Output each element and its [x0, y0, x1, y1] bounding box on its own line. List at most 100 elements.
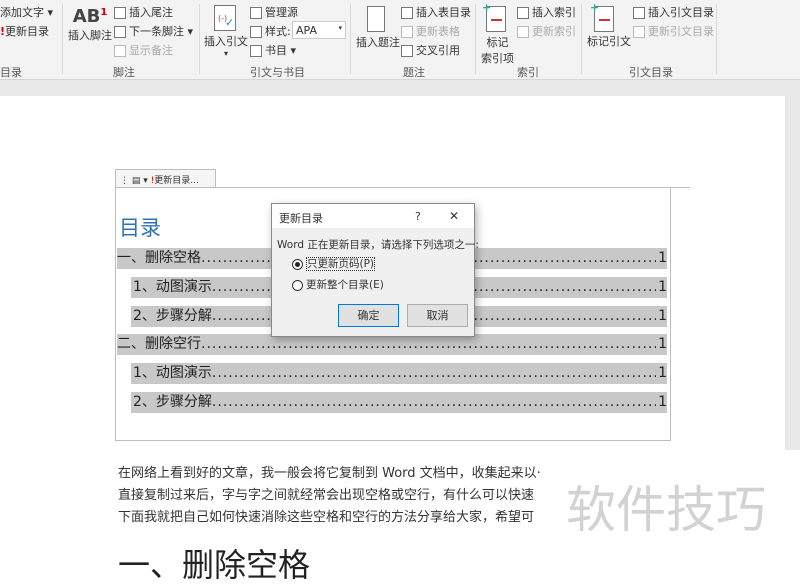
toc-content-control-tab[interactable]: ⋮ ▤ ▾ !更新目录... [115, 169, 216, 188]
dialog-message: Word 正在更新目录，请选择下列选项之一: [277, 239, 479, 251]
drag-handle-icon[interactable]: ⋮ ▤ ▾ [120, 176, 151, 186]
toc-entry-page: 1 [658, 336, 667, 352]
toc-entry-page: 1 [658, 308, 667, 324]
style-label: 样式: [250, 23, 291, 39]
toc-entry-text: 1、动图演示 [133, 365, 212, 381]
endnote-icon [114, 7, 126, 19]
insert-toa-label: 插入引文目录 [648, 6, 714, 19]
dialog-title: 更新目录 [279, 212, 323, 225]
toc-entry[interactable]: 1、动图演示 1 [131, 363, 667, 384]
style-value: APA [296, 24, 317, 37]
option-update-entire-table[interactable]: 更新整个目录(E) [292, 277, 384, 292]
radio-selected[interactable] [292, 258, 303, 270]
group-label-toa: 引文目录 [629, 66, 673, 79]
add-text-button[interactable]: 添加文字 ▾ [0, 4, 53, 20]
toc-entry-text: 1、动图演示 [133, 279, 212, 295]
next-footnote-icon [114, 26, 126, 38]
cross-reference-button[interactable]: 交叉引用 [401, 42, 460, 58]
insert-footnote-button[interactable]: AB1 插入脚注 [68, 6, 112, 43]
divider [716, 4, 717, 74]
body-paragraph-line: 直接复制过来后，字与字之间就经常会出现空格或空行，有什么可以快速 [118, 488, 535, 503]
toc-entry[interactable]: 二、删除空行 1 [117, 334, 667, 355]
insert-footnote-label: 插入脚注 [68, 29, 112, 42]
show-notes-label: 显示备注 [129, 44, 173, 57]
insert-index-label: 插入索引 [532, 6, 576, 19]
dialog-titlebar: 更新目录 ? ✕ [272, 204, 474, 228]
insert-citation-icon: (-) ✓ [214, 5, 236, 31]
toc-heading: 目录 [119, 216, 161, 240]
mark-citation-button[interactable]: 标记引文 [587, 33, 631, 49]
divider [475, 4, 476, 74]
leader-dots [212, 392, 656, 413]
update-table-icon [401, 26, 413, 38]
divider [581, 4, 582, 74]
update-table-button[interactable]: 更新表格 [401, 23, 460, 39]
toc-entry-page: 1 [658, 365, 667, 381]
mark-entry-icon: + [482, 1, 506, 32]
group-label-footnotes: 脚注 [113, 66, 135, 79]
option-label: 更新整个目录(E) [306, 279, 384, 291]
update-index-label: 更新索引 [532, 25, 576, 38]
insert-endnote-button[interactable]: 插入尾注 [114, 4, 173, 20]
insert-index-button[interactable]: 插入索引 [517, 4, 576, 20]
body-paragraph-line: 下面我就把自己如何快速消除这些空格和空行的方法分享给大家，希望可 [118, 510, 535, 525]
group-label-toc: 目录 [0, 66, 22, 79]
insert-table-of-figures-button[interactable]: 插入表目录 [401, 4, 471, 20]
help-button[interactable]: ? [415, 210, 421, 223]
option-update-page-numbers[interactable]: 只更新页码(P) [292, 256, 376, 271]
manage-sources-button[interactable]: 管理源 [250, 4, 298, 20]
toc-entry[interactable]: 2、步骤分解 1 [131, 392, 667, 413]
ok-button[interactable]: 确定 [338, 304, 399, 327]
update-toa-button[interactable]: 更新引文目录 [633, 23, 714, 39]
style-select[interactable]: APA ▾ [292, 21, 346, 39]
cross-reference-label: 交叉引用 [416, 44, 460, 57]
show-notes-icon [114, 45, 126, 57]
toc-entry-page: 1 [658, 279, 667, 295]
bibliography-label: 书目 ▾ [265, 44, 297, 57]
divider [62, 4, 63, 74]
body-paragraph-line: 在网络上看到好的文章，我一般会将它复制到 Word 文档中，收集起来以· [118, 466, 541, 481]
next-footnote-button[interactable]: 下一条脚注 ▾ [114, 23, 193, 39]
bibliography-button[interactable]: 书目 ▾ [250, 42, 296, 58]
toc-update-button[interactable]: 更新目录... [154, 176, 199, 186]
insert-index-icon [517, 7, 529, 19]
bibliography-icon [250, 45, 262, 57]
footnote-icon: AB1 [72, 6, 108, 27]
cross-reference-icon [401, 45, 413, 57]
toc-entry-text: 2、步骤分解 [133, 308, 212, 324]
radio-unselected[interactable] [292, 279, 303, 291]
mark-entry-label-2: 索引项 [481, 52, 514, 65]
toc-entry-text: 二、删除空行 [117, 336, 201, 352]
mark-entry-button[interactable]: 标记 索引项 [481, 34, 514, 66]
toc-entry-text: 一、删除空格 [117, 250, 201, 266]
watermark: 软件技巧 [566, 481, 766, 539]
insert-table-of-figures-label: 插入表目录 [416, 6, 471, 19]
divider [199, 4, 200, 74]
update-table-label: 更新表格 [416, 25, 460, 38]
table-of-figures-icon [401, 7, 413, 19]
update-toc-label: 更新目录 [5, 25, 50, 38]
insert-citation-label: 插入引文 [204, 35, 248, 48]
ribbon: 添加文字 ▾ !更新目录 目录 AB1 插入脚注 插入尾注 下一条脚注 ▾ 显示备… [0, 0, 800, 80]
toc-entry-page: 1 [658, 250, 667, 266]
show-notes-button[interactable]: 显示备注 [114, 42, 173, 58]
document-background [0, 80, 800, 96]
chevron-down-icon: ▾ [338, 24, 342, 32]
insert-citation-button[interactable]: 插入引文 ▾ [204, 33, 248, 58]
insert-toa-button[interactable]: 插入引文目录 [633, 4, 714, 20]
insert-caption-icon [367, 6, 385, 32]
close-button[interactable]: ✕ [449, 209, 459, 223]
leader-dots [201, 334, 656, 355]
mark-entry-label-1: 标记 [486, 36, 509, 49]
insert-caption-button[interactable]: 插入题注 [356, 34, 400, 50]
add-text-label: 添加文字 ▾ [0, 6, 54, 19]
mark-citation-icon: + [590, 1, 614, 32]
cancel-button[interactable]: 取消 [407, 304, 468, 327]
update-toc-button[interactable]: !更新目录 [0, 23, 49, 39]
section-heading: 一、删除空格 [118, 546, 311, 584]
insert-endnote-label: 插入尾注 [129, 6, 173, 19]
insert-toa-icon [633, 7, 645, 19]
update-index-button[interactable]: 更新索引 [517, 23, 576, 39]
divider [350, 4, 351, 74]
style-icon [250, 26, 262, 38]
